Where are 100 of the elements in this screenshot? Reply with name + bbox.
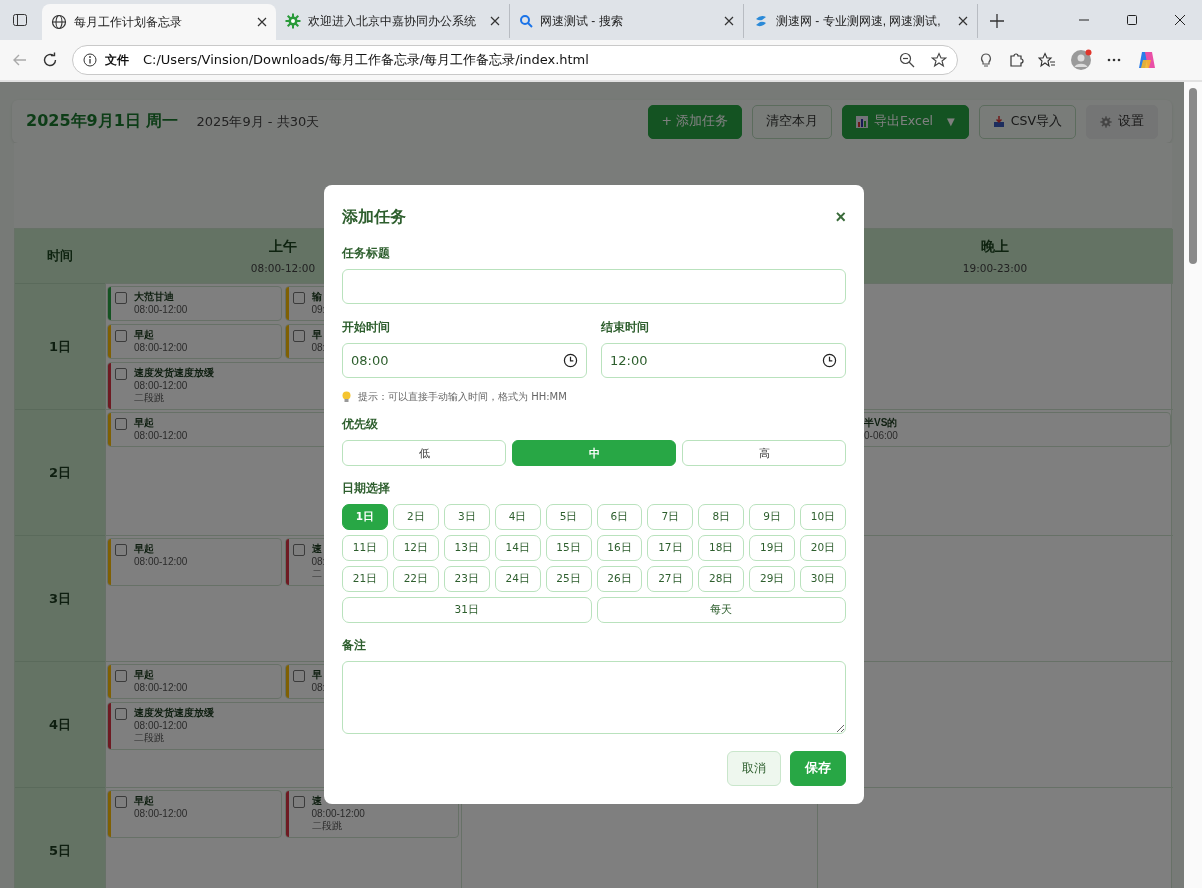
- date-option[interactable]: 27日: [647, 566, 694, 592]
- date-option[interactable]: 4日: [494, 504, 541, 530]
- checkbox[interactable]: [115, 670, 127, 682]
- start-time-field[interactable]: 08:00: [342, 343, 587, 378]
- favorites-icon[interactable]: [1038, 52, 1056, 68]
- field-label: 优先级: [342, 416, 378, 433]
- field-label: 备注: [342, 637, 366, 654]
- settings-button[interactable]: 设置: [1086, 104, 1158, 139]
- column-header: 时间: [15, 229, 105, 283]
- task-card[interactable]: 大范甘迪 08:00-12:00: [107, 286, 282, 321]
- dialog-title: 添加任务: [342, 206, 406, 228]
- new-tab-icon[interactable]: [990, 14, 1004, 28]
- browser-tab[interactable]: 网速测试 - 搜索: [510, 4, 744, 38]
- task-card[interactable]: 早起 08:00-12:00: [107, 790, 282, 838]
- task-card[interactable]: 早起 08:00-12:00: [107, 664, 282, 699]
- day-cell: 5日: [15, 787, 105, 888]
- url-text: C:/Users/Vinsion/Downloads/每月工作备忘录/每月工作备忘录/index.html: [143, 51, 589, 69]
- date-option[interactable]: 22日: [392, 566, 439, 592]
- date-option[interactable]: 31日: [342, 597, 592, 623]
- date-option[interactable]: 16日: [596, 535, 643, 561]
- date-option[interactable]: 28日: [698, 566, 745, 592]
- checkbox[interactable]: [115, 418, 127, 430]
- date-option[interactable]: 5日: [545, 504, 592, 530]
- date-option[interactable]: 7日: [647, 504, 694, 530]
- task-card[interactable]: 早起 08:00-12:00: [107, 324, 282, 359]
- date-option[interactable]: 24日: [494, 566, 541, 592]
- priority-option[interactable]: 低: [342, 440, 506, 466]
- inbox-tray-icon: [992, 115, 1005, 128]
- copilot-icon[interactable]: [1136, 49, 1158, 71]
- date-option[interactable]: 11日: [342, 535, 388, 561]
- date-option[interactable]: 18日: [698, 535, 745, 561]
- date-option[interactable]: 17日: [647, 535, 694, 561]
- close-icon[interactable]: [1174, 14, 1186, 26]
- clear-month-button[interactable]: 清空本月: [751, 104, 832, 139]
- date-option[interactable]: 3日: [443, 504, 490, 530]
- search-icon: [519, 14, 533, 28]
- star-icon[interactable]: [931, 52, 947, 68]
- lightbulb-icon[interactable]: [978, 52, 994, 68]
- title-input[interactable]: [342, 269, 846, 304]
- field-label: 任务标题: [342, 245, 390, 262]
- date-option[interactable]: 21日: [342, 566, 388, 592]
- browser-tab[interactable]: 每月工作计划备忘录: [42, 4, 276, 40]
- end-time-field[interactable]: 12:00: [601, 343, 846, 378]
- checkbox[interactable]: [115, 708, 127, 720]
- date-option[interactable]: 15日: [545, 535, 592, 561]
- maximize-icon[interactable]: [1126, 14, 1138, 26]
- date-option[interactable]: 9日: [749, 504, 796, 530]
- back-icon[interactable]: [12, 52, 28, 68]
- clock-icon: [822, 353, 837, 368]
- day-cell: 3日: [15, 535, 105, 661]
- checkbox[interactable]: [115, 330, 127, 342]
- info-icon: [83, 53, 97, 67]
- profile-avatar-icon[interactable]: [1070, 49, 1092, 71]
- checkbox[interactable]: [292, 330, 305, 342]
- date-option[interactable]: 10日: [800, 504, 846, 530]
- puzzle-icon[interactable]: [1008, 52, 1024, 68]
- checkbox[interactable]: [115, 796, 127, 808]
- checkbox[interactable]: [292, 796, 305, 808]
- date-option[interactable]: 2日: [392, 504, 439, 530]
- checkbox[interactable]: [292, 292, 305, 304]
- zoom-out-icon[interactable]: [899, 52, 915, 68]
- date-option[interactable]: 8日: [698, 504, 745, 530]
- date-option[interactable]: 29日: [749, 566, 796, 592]
- date-option[interactable]: 19日: [749, 535, 796, 561]
- csv-import-button[interactable]: CSV导入: [978, 104, 1076, 139]
- checkbox[interactable]: [115, 544, 127, 556]
- close-icon[interactable]: [958, 16, 968, 26]
- date-option[interactable]: 每天: [596, 597, 846, 623]
- address-bar[interactable]: 文件 C:/Users/Vinsion/Downloads/每月工作备忘录/每月工作备忘录/index.html: [72, 45, 958, 75]
- reload-icon[interactable]: [42, 52, 58, 68]
- checkbox[interactable]: [115, 368, 127, 380]
- month-summary: 2025年9月 - 共30天: [196, 112, 320, 131]
- close-icon[interactable]: [257, 17, 267, 27]
- close-button[interactable]: ×: [835, 208, 846, 226]
- date-option[interactable]: 13日: [443, 535, 490, 561]
- priority-option[interactable]: 高: [682, 440, 846, 466]
- date-option[interactable]: 20日: [800, 535, 846, 561]
- task-card[interactable]: 早起 08:00-12:00: [107, 538, 282, 586]
- browser-tab[interactable]: 测速网 - 专业测网速, 网速测试,: [744, 4, 978, 38]
- day-cell: 2日: [15, 409, 105, 535]
- checkbox[interactable]: [292, 670, 305, 682]
- cancel-button[interactable]: 取消: [727, 751, 781, 786]
- close-icon[interactable]: [724, 16, 734, 26]
- date-option[interactable]: 14日: [494, 535, 541, 561]
- day-cell: 4日: [15, 661, 105, 787]
- date-option[interactable]: 6日: [596, 504, 643, 530]
- date-option[interactable]: 25日: [545, 566, 592, 592]
- current-date: 2025年9月1日 周一: [26, 111, 179, 132]
- clock-icon: [563, 353, 578, 368]
- checkbox[interactable]: [115, 292, 127, 304]
- scrollbar[interactable]: [1189, 88, 1197, 264]
- date-option[interactable]: 12日: [392, 535, 439, 561]
- date-option[interactable]: 26日: [596, 566, 643, 592]
- sidebar-icon[interactable]: [12, 12, 28, 28]
- gear-icon: [285, 13, 301, 29]
- date-option[interactable]: 23日: [443, 566, 490, 592]
- date-option[interactable]: 30日: [800, 566, 846, 592]
- close-icon[interactable]: [490, 16, 500, 26]
- checkbox[interactable]: [292, 544, 305, 556]
- browser-tab[interactable]: 欢迎进入北京中嘉协同办公系统: [276, 4, 510, 38]
